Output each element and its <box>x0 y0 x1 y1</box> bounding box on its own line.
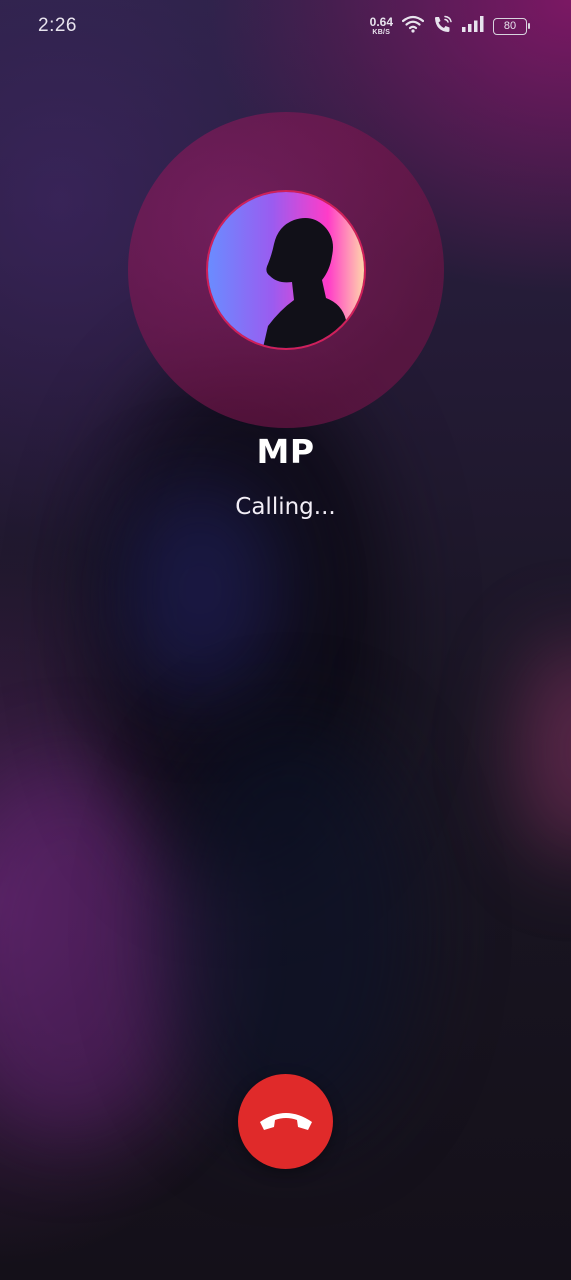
battery-icon: 80 <box>493 17 530 35</box>
battery-level: 80 <box>503 20 517 32</box>
wifi-calling-icon <box>433 15 453 37</box>
caller-name: MP <box>256 432 315 471</box>
status-icons: 0.64 KB/S 80 <box>370 15 530 37</box>
network-speed-value: 0.64 <box>369 15 393 29</box>
bg-blur-pink-right <box>520 640 571 860</box>
status-bar: 2:26 0.64 KB/S 80 <box>0 0 571 52</box>
wifi-icon <box>401 15 425 37</box>
signal-icon <box>462 16 484 36</box>
call-status: Calling... <box>235 494 336 520</box>
caller-avatar <box>206 190 366 350</box>
end-call-button[interactable] <box>238 1074 333 1169</box>
network-speed: 0.64 KB/S <box>370 16 393 36</box>
network-speed-unit: KB/S <box>372 29 391 36</box>
phone-hangup-icon <box>257 1108 315 1136</box>
status-time: 2:26 <box>38 15 77 36</box>
